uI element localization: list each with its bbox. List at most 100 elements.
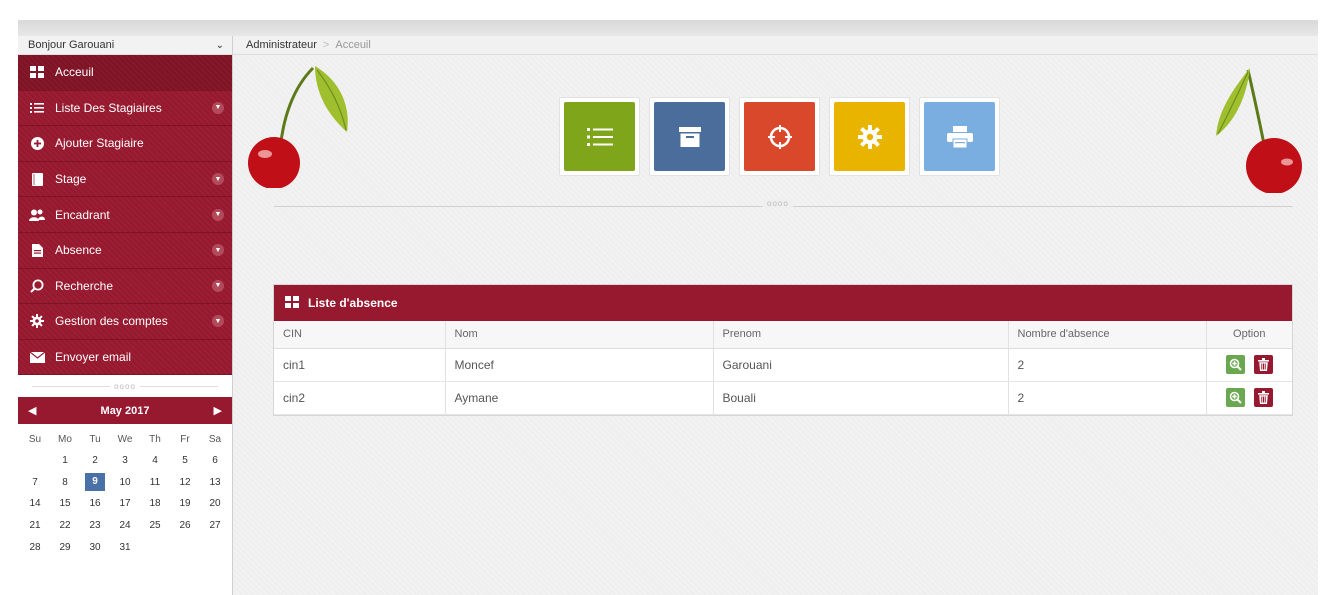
calendar-week: 1 2 3 4 5 6 bbox=[20, 450, 230, 472]
calendar-day[interactable]: 23 bbox=[80, 520, 110, 531]
calendar-day[interactable]: 16 bbox=[80, 498, 110, 509]
calendar-day[interactable]: 14 bbox=[20, 498, 50, 509]
sidebar-item-gestion-des-comptes[interactable]: Gestion des comptes ▼ bbox=[18, 304, 232, 340]
absence-panel-title: Liste d'absence bbox=[308, 296, 398, 310]
calendar-day-header: Th bbox=[149, 433, 161, 445]
calendar-day[interactable]: 27 bbox=[200, 520, 230, 531]
calendar-day-number: 14 bbox=[29, 498, 41, 510]
breadcrumb: Administrateur > Acceuil bbox=[233, 36, 1318, 55]
app-frame: Bonjour Garouani ⌄ Acceuil Liste Des Stag… bbox=[18, 36, 1318, 595]
sidebar-item-stage[interactable]: Stage ▼ bbox=[18, 161, 232, 198]
user-menu[interactable]: Bonjour Garouani ⌄ bbox=[18, 36, 232, 55]
calendar-day[interactable]: 19 bbox=[170, 498, 200, 509]
calendar-day[interactable]: 4 bbox=[140, 455, 170, 466]
print-shortcut[interactable] bbox=[919, 97, 1000, 176]
list-icon bbox=[564, 102, 635, 171]
sidebar-item-recherche[interactable]: Recherche ▼ bbox=[18, 268, 232, 305]
calendar-day-number: 1 bbox=[62, 455, 68, 467]
calendar-day[interactable]: 21 bbox=[20, 520, 50, 531]
calendar-week: 14 15 16 17 18 19 20 bbox=[20, 493, 230, 515]
calendar-day-number: 4 bbox=[152, 455, 158, 467]
calendar-day[interactable]: 6 bbox=[200, 455, 230, 466]
chevron-down-icon[interactable]: ▼ bbox=[212, 101, 224, 114]
sidebar-item-absence[interactable]: Absence ▼ bbox=[18, 232, 232, 269]
calendar-day[interactable]: 26 bbox=[170, 520, 200, 531]
calendar: ◀ May 2017 ▶ Su Mo Tu We Th Fr Sa 1 2 3 4 5 6 7 8 9 10 11… bbox=[18, 397, 232, 558]
zoom-in-icon[interactable] bbox=[1225, 388, 1245, 407]
chevron-down-icon[interactable]: ▼ bbox=[212, 173, 224, 186]
chevron-down-icon[interactable]: ▼ bbox=[212, 279, 224, 292]
chevron-down-icon[interactable]: ▼ bbox=[212, 244, 224, 257]
list-shortcut[interactable] bbox=[559, 97, 640, 176]
sidebar-item-encadrant[interactable]: Encadrant ▼ bbox=[18, 197, 232, 233]
calendar-day[interactable]: 28 bbox=[20, 542, 50, 553]
calendar-day-number: 17 bbox=[119, 498, 131, 510]
calendar-grid: Su Mo Tu We Th Fr Sa 1 2 3 4 5 6 7 8 9 10 11 12 13 14 15 16 17 1… bbox=[18, 424, 232, 558]
calendar-day[interactable]: 18 bbox=[140, 498, 170, 509]
calendar-day-number: 6 bbox=[212, 455, 218, 467]
calendar-week: 7 8 9 10 11 12 13 bbox=[20, 472, 230, 494]
chevron-down-icon[interactable]: ▼ bbox=[212, 208, 224, 221]
column-header-nombre[interactable]: Nombre d'absence bbox=[1008, 321, 1207, 349]
calendar-day[interactable]: 22 bbox=[50, 520, 80, 531]
calendar-week: 28 29 30 31 bbox=[20, 536, 230, 558]
crosshair-icon bbox=[744, 102, 815, 171]
sidebar: Bonjour Garouani ⌄ Acceuil Liste Des Stag… bbox=[18, 36, 233, 595]
calendar-day[interactable]: 8 bbox=[50, 477, 80, 488]
calendar-day[interactable]: 3 bbox=[110, 455, 140, 466]
cell-prenom: Bouali bbox=[713, 381, 1009, 415]
breadcrumb-root[interactable]: Administrateur bbox=[246, 39, 317, 51]
settings-shortcut[interactable] bbox=[829, 97, 910, 176]
sidebar-item-acceuil[interactable]: Acceuil bbox=[18, 55, 232, 91]
chevron-down-icon[interactable]: ▼ bbox=[212, 315, 224, 328]
column-header-option: Option bbox=[1206, 321, 1292, 349]
cell-prenom: Garouani bbox=[713, 348, 1009, 382]
calendar-day-number: 19 bbox=[179, 498, 191, 510]
prev-month-icon[interactable]: ◀ bbox=[28, 404, 36, 417]
calendar-day[interactable]: 17 bbox=[110, 498, 140, 509]
calendar-day[interactable]: 12 bbox=[170, 477, 200, 488]
calendar-day[interactable]: 9 bbox=[80, 473, 110, 492]
sidebar-item-envoyer-email[interactable]: Envoyer email bbox=[18, 339, 232, 376]
calendar-day[interactable]: 13 bbox=[200, 477, 230, 488]
calendar-day[interactable]: 10 bbox=[110, 477, 140, 488]
calendar-day[interactable]: 5 bbox=[170, 455, 200, 466]
trash-icon[interactable] bbox=[1253, 355, 1273, 374]
calendar-day-number: 21 bbox=[29, 520, 41, 532]
calendar-day[interactable]: 25 bbox=[140, 520, 170, 531]
calendar-day-header: Tu bbox=[89, 433, 101, 445]
column-header-cin[interactable]: CIN bbox=[274, 321, 446, 349]
column-header-prenom[interactable]: Prenom bbox=[713, 321, 1009, 349]
calendar-day[interactable]: 2 bbox=[80, 455, 110, 466]
calendar-day[interactable]: 7 bbox=[20, 477, 50, 488]
calendar-day[interactable]: 15 bbox=[50, 498, 80, 509]
calendar-day[interactable]: 24 bbox=[110, 520, 140, 531]
calendar-day-number: 15 bbox=[59, 498, 71, 510]
archive-shortcut[interactable] bbox=[649, 97, 730, 176]
cherry-left-icon bbox=[248, 66, 348, 188]
trash-icon[interactable] bbox=[1253, 388, 1273, 407]
users-icon bbox=[29, 208, 45, 222]
row-actions bbox=[1225, 388, 1273, 407]
calendar-day[interactable]: 20 bbox=[200, 498, 230, 509]
calendar-day[interactable]: 11 bbox=[140, 477, 170, 488]
sidebar-item-label: Encadrant bbox=[55, 207, 110, 222]
calendar-day-number: 2 bbox=[92, 455, 98, 467]
column-header-nom[interactable]: Nom bbox=[445, 321, 714, 349]
zoom-in-icon[interactable] bbox=[1225, 355, 1245, 374]
next-month-icon[interactable]: ▶ bbox=[214, 404, 222, 417]
cell-option bbox=[1206, 381, 1292, 415]
sidebar-item-liste-des-stagiaires[interactable]: Liste Des Stagiaires ▼ bbox=[18, 90, 232, 127]
calendar-day-number: 9 bbox=[85, 473, 105, 492]
target-shortcut[interactable] bbox=[739, 97, 820, 176]
calendar-day[interactable]: 1 bbox=[50, 455, 80, 466]
calendar-day[interactable]: 30 bbox=[80, 542, 110, 553]
calendar-day-number: 16 bbox=[89, 498, 101, 510]
calendar-day[interactable]: 29 bbox=[50, 542, 80, 553]
sidebar-item-ajouter-stagiaire[interactable]: Ajouter Stagiaire bbox=[18, 126, 232, 162]
calendar-day[interactable]: 31 bbox=[110, 542, 140, 553]
sidebar-item-label: Recherche bbox=[55, 278, 114, 293]
sidebar-item-label: Envoyer email bbox=[55, 350, 132, 365]
chevron-down-icon[interactable]: ⌄ bbox=[216, 40, 224, 51]
table-row: cin1 Moncef Garouani 2 bbox=[274, 348, 1292, 382]
